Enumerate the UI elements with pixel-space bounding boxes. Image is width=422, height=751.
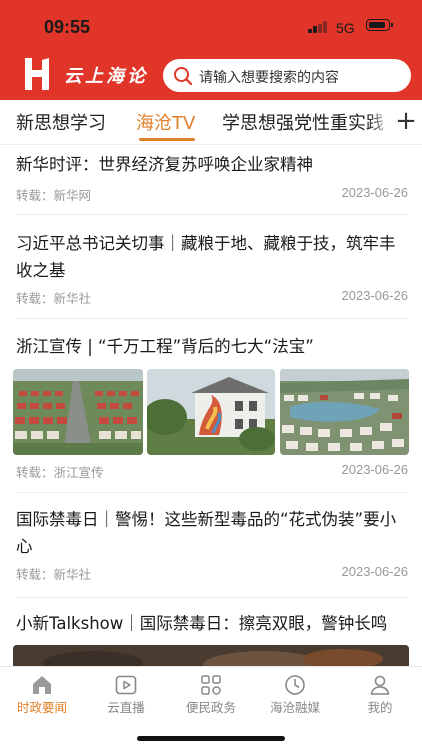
app-name: 云上海论: [64, 66, 148, 87]
nav-item-profile[interactable]: 我的: [338, 667, 422, 723]
nav-label: 时政要闻: [16, 700, 67, 715]
search-placeholder: 请输入想要搜索的内容: [199, 70, 339, 86]
search-bar[interactable]: 请输入想要搜索的内容: [163, 59, 411, 92]
network-type: 5G: [336, 20, 355, 36]
battery-icon: [366, 19, 393, 31]
home-icon: [33, 676, 51, 694]
article-date: 2023-06-26: [341, 185, 409, 200]
article-date: 2023-06-26: [341, 288, 409, 303]
status-time: 09:55: [44, 17, 91, 37]
article-source: 转载：新华网: [16, 188, 92, 203]
tab-haicang-tv[interactable]: 海沧TV: [136, 109, 195, 135]
article-date: 2023-06-26: [341, 462, 409, 477]
clock-icon: [285, 675, 305, 695]
live-play-icon: [115, 675, 137, 695]
status-bar: 09:55 5G: [0, 0, 422, 50]
channel-tabs: 新思想学习 海沧TV 学思想强党性重实践 +: [0, 100, 422, 145]
article-title[interactable]: 习近平总书记关切事｜藏粮于地、藏粮于技，筑牢丰收之基: [16, 230, 408, 284]
article-title[interactable]: 新华时评：世界经济复苏呼唤企业家精神: [16, 151, 408, 178]
search-icon: [174, 67, 193, 86]
nav-item-media[interactable]: 海沧融媒: [253, 667, 337, 723]
grid-apps-icon: [201, 675, 221, 695]
nav-item-services[interactable]: 便民政务: [169, 667, 253, 723]
article-meta: 转载：新华网 2023-06-26: [16, 185, 408, 203]
article-title[interactable]: 小新Talkshow｜国际禁毒日：擦亮双眼，警钟长鸣: [16, 610, 408, 637]
news-feed[interactable]: 新华时评：世界经济复苏呼唤企业家精神 转载：新华网 2023-06-26 习近平…: [0, 145, 422, 666]
nav-label: 我的: [367, 700, 393, 715]
nav-label: 海沧融媒: [269, 700, 320, 715]
article-date: 2023-06-26: [341, 564, 409, 579]
aerial-town-photo[interactable]: [280, 369, 409, 455]
mural-building-photo[interactable]: [147, 369, 275, 455]
tab-new-thought[interactable]: 新思想学习: [16, 109, 106, 135]
nav-item-news[interactable]: 时政要闻: [0, 667, 84, 723]
video-cover-photo[interactable]: [13, 645, 409, 666]
add-channel-button[interactable]: +: [390, 100, 422, 144]
news-item[interactable]: 新华时评：世界经济复苏呼唤企业家精神 转载：新华网 2023-06-26: [16, 145, 408, 215]
article-meta: 转载：新华社 2023-06-26: [16, 564, 408, 582]
article-source: 转载：新华社: [16, 291, 92, 306]
news-item[interactable]: 习近平总书记关切事｜藏粮于地、藏粮于技，筑牢丰收之基 转载：新华社 2023-0…: [16, 214, 408, 319]
active-tab-indicator: [139, 138, 195, 141]
nav-item-live[interactable]: 云直播: [84, 667, 168, 723]
article-title[interactable]: 浙江宣传 | “千万工程”背后的七大“法宝”: [16, 333, 408, 360]
app-header: 09:55 5G 云上海论 请输入想要搜索的内容: [0, 0, 422, 100]
nav-label: 便民政务: [185, 700, 236, 715]
nav-label: 云直播: [107, 700, 145, 715]
article-source: 转载：浙江宣传: [16, 465, 104, 480]
article-meta: 转载：新华社 2023-06-26: [16, 288, 408, 306]
article-source: 转载：新华社: [16, 567, 92, 582]
news-item[interactable]: 国际禁毒日｜警惕！这些新型毒品的“花式伪装”要小心 转载：新华社 2023-06…: [16, 492, 408, 598]
aerial-village-photo[interactable]: [13, 369, 143, 455]
tab-study-practice[interactable]: 学思想强党性重实践: [222, 109, 384, 135]
article-meta: 转载：浙江宣传 2023-06-26: [16, 462, 408, 480]
tab-fade: [368, 100, 392, 144]
brand-h-logo[interactable]: [22, 56, 52, 92]
home-indicator: [137, 736, 285, 741]
signal-icon: [308, 21, 328, 33]
article-title[interactable]: 国际禁毒日｜警惕！这些新型毒品的“花式伪装”要小心: [16, 506, 408, 560]
user-icon: [370, 675, 390, 695]
